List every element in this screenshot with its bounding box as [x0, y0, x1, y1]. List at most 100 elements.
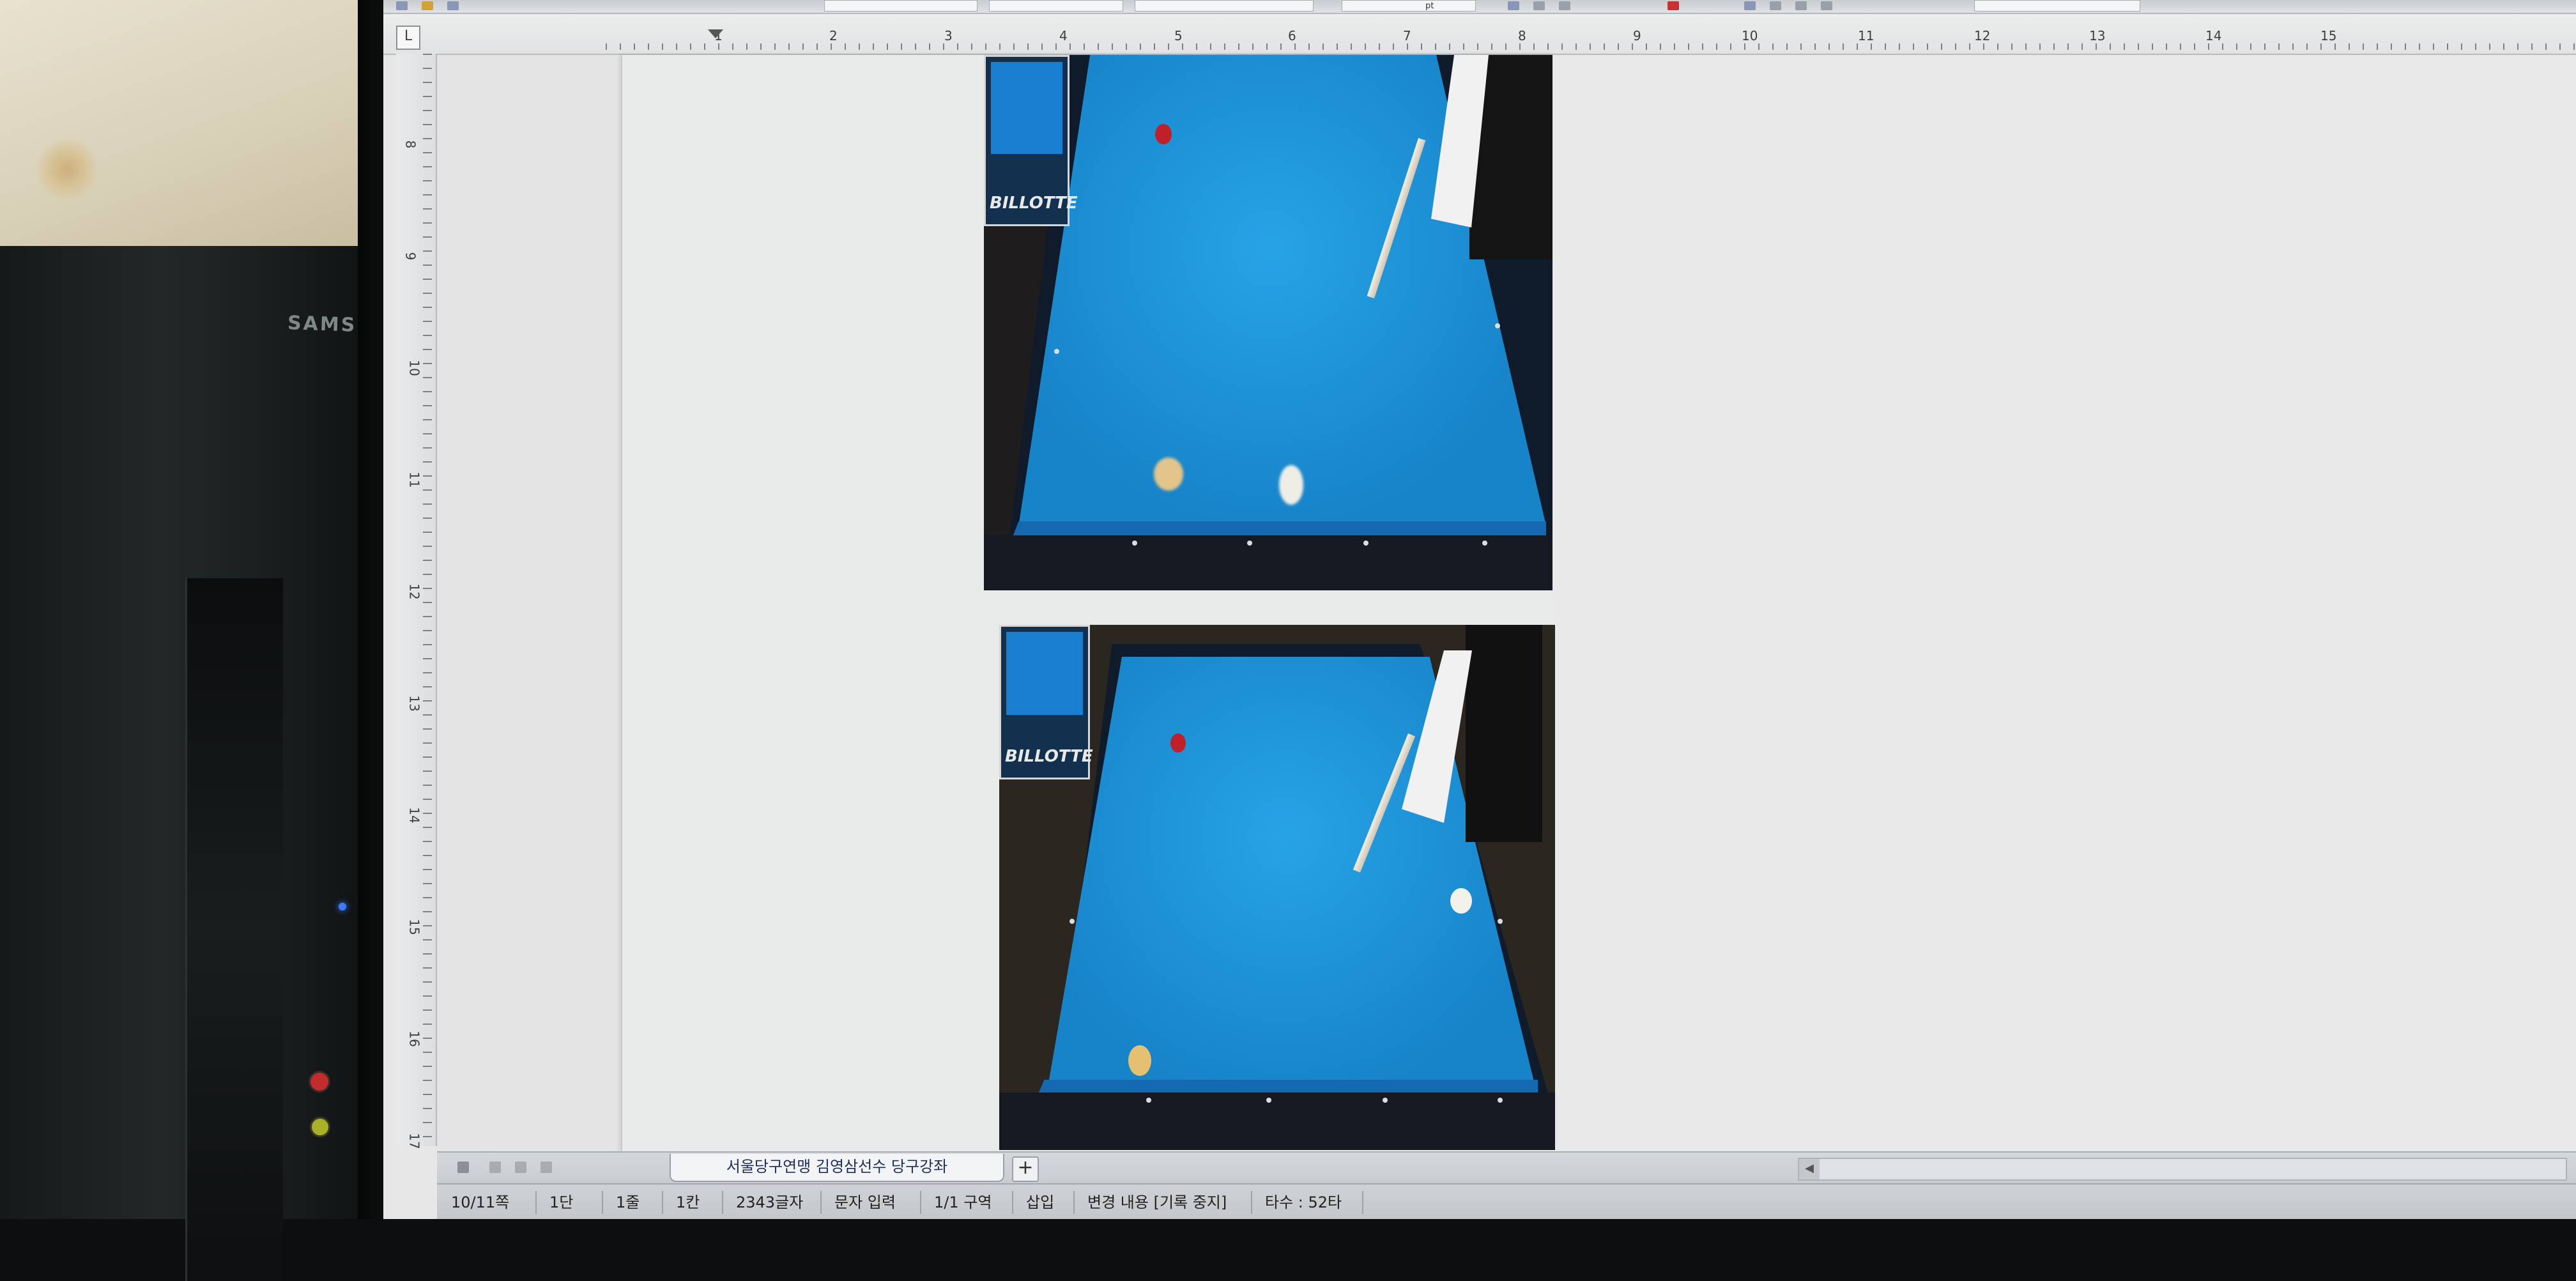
- vertical-ruler-number: 13: [406, 695, 422, 712]
- player-vest: [1466, 625, 1542, 842]
- ruler-number: 11: [1858, 28, 1874, 43]
- ruler-number: 13: [2089, 28, 2106, 43]
- save-icon[interactable]: [447, 1, 459, 10]
- bold-icon[interactable]: [1508, 1, 1519, 10]
- vertical-ruler-number: 17: [406, 1133, 422, 1149]
- rail-diamond: [1383, 1098, 1388, 1103]
- vertical-ruler-number: 11: [406, 472, 422, 488]
- vertical-ruler-number: 8: [402, 140, 418, 149]
- yellow-ball: [1154, 457, 1183, 491]
- open-folder-icon[interactable]: [422, 1, 433, 10]
- ruler-number: 3: [944, 28, 953, 43]
- ruler-number: 9: [1633, 28, 1641, 43]
- white-ball: [1450, 888, 1472, 914]
- rail-diamond: [1054, 349, 1059, 354]
- indent-marker[interactable]: [708, 29, 723, 38]
- vertical-ruler-number: 12: [406, 583, 422, 600]
- status-section: 1/1 구역: [920, 1191, 1013, 1214]
- table-bottom-rail: [999, 1093, 1564, 1150]
- table-bottom-rail: [984, 535, 1552, 590]
- table-cushion: [1013, 521, 1546, 535]
- ruler-number: 5: [1174, 28, 1183, 43]
- rail-diamond: [1266, 1098, 1271, 1103]
- align-right-icon[interactable]: [1795, 1, 1807, 10]
- tab-last-icon[interactable]: [540, 1162, 552, 1173]
- rail-diamond: [1132, 541, 1137, 546]
- ruler-number: 4: [1059, 28, 1068, 43]
- ruler-number: 7: [1403, 28, 1411, 43]
- wall-background: [0, 0, 358, 246]
- font-size-input[interactable]: pt: [1342, 0, 1476, 12]
- ruler-ticks: [606, 43, 2576, 50]
- italic-icon[interactable]: [1533, 1, 1545, 10]
- document-area[interactable]: BILLOTTE BILLOTTE: [437, 55, 2576, 1151]
- document-margin-area: [1555, 55, 2576, 1151]
- status-page[interactable]: 10/11쪽: [437, 1191, 537, 1214]
- vertical-ruler[interactable]: 8 9 10 11 12 13 14 15 16 17: [396, 54, 437, 1149]
- tab-document[interactable]: 서울당구연맹 김영삼선수 당구강좌: [670, 1154, 1004, 1182]
- table-cushion: [1039, 1080, 1538, 1093]
- font-color-icon[interactable]: [1667, 1, 1679, 10]
- status-char-count: 2343글자: [722, 1191, 822, 1214]
- font-size-unit: pt: [1425, 1, 1434, 11]
- billiard-photo-2[interactable]: BILLOTTE: [999, 625, 1564, 1150]
- red-ball: [1155, 124, 1172, 144]
- add-tab-button[interactable]: +: [1012, 1156, 1039, 1182]
- pc-tower: [0, 246, 358, 1281]
- status-input-mode[interactable]: 문자 입력: [820, 1191, 921, 1214]
- status-char-pos: 1칸: [662, 1191, 723, 1214]
- document-tab-bar: 서울당구연맹 김영삼선수 당구강좌 + ◀: [437, 1151, 2576, 1185]
- tab-next-icon[interactable]: [515, 1162, 526, 1173]
- font-name-select[interactable]: [1135, 0, 1314, 12]
- vertical-ruler-number: 14: [406, 807, 422, 824]
- rail-diamond: [1146, 1098, 1151, 1103]
- pc-brand-label: SAMS: [287, 312, 357, 337]
- ruler-number: 6: [1288, 28, 1296, 43]
- font-select[interactable]: [989, 0, 1123, 12]
- inset-replay-image: BILLOTTE: [999, 625, 1093, 779]
- inset-replay-image: BILLOTTE: [984, 55, 1078, 226]
- power-led: [339, 903, 346, 910]
- rail-diamond: [1498, 919, 1503, 924]
- rail-diamond: [1363, 541, 1368, 546]
- ruler-number: 15: [2320, 28, 2337, 43]
- audio-port-green: [310, 1117, 330, 1137]
- vertical-ruler-ticks: [423, 54, 432, 1146]
- vertical-ruler-number: 15: [406, 919, 422, 935]
- line-spacing-select[interactable]: [1974, 0, 2140, 12]
- rail-diamond: [1495, 323, 1500, 328]
- scroll-left-icon[interactable]: ◀: [1799, 1159, 1820, 1179]
- status-insert-mode[interactable]: 삽입: [1012, 1191, 1075, 1214]
- ruler-tab-selector[interactable]: L: [396, 26, 420, 50]
- align-justify-icon[interactable]: [1821, 1, 1832, 10]
- rail-diamond: [1482, 541, 1487, 546]
- align-center-icon[interactable]: [1770, 1, 1781, 10]
- horizontal-ruler[interactable]: L 1 2 3 4 5 6 7 8 9 10 11 12 13 14 15: [383, 14, 2576, 55]
- style-select[interactable]: [824, 0, 977, 12]
- ruler-number: 14: [2205, 28, 2222, 43]
- pc-tower-front-panel: [185, 578, 283, 1281]
- status-track-changes[interactable]: 변경 내용 [기록 중지]: [1073, 1191, 1252, 1214]
- red-ball: [1170, 733, 1186, 753]
- tab-prev-icon[interactable]: [489, 1162, 501, 1173]
- rail-diamond: [1247, 541, 1252, 546]
- vertical-ruler-number: 10: [406, 360, 422, 376]
- inset-sponsor-logo: BILLOTTE: [990, 194, 1078, 213]
- audio-port-red: [309, 1071, 330, 1093]
- vertical-ruler-number: 16: [406, 1031, 422, 1047]
- new-document-icon[interactable]: [396, 1, 408, 10]
- status-line: 1줄: [602, 1191, 663, 1214]
- billiard-photo-1[interactable]: BILLOTTE: [984, 55, 1552, 590]
- yellow-ball: [1128, 1045, 1151, 1076]
- ruler-scale: 1 2 3 4 5 6 7 8 9 10 11 12 13 14 15: [606, 28, 2576, 51]
- rail-diamond: [1498, 1098, 1503, 1103]
- wallpaper-pattern: [35, 137, 99, 201]
- align-left-icon[interactable]: [1744, 1, 1756, 10]
- white-ball: [1279, 465, 1303, 505]
- underline-icon[interactable]: [1559, 1, 1570, 10]
- horizontal-scrollbar[interactable]: ◀: [1798, 1158, 2567, 1181]
- tab-first-icon[interactable]: [457, 1162, 469, 1173]
- status-typing-speed: 타수 : 52타: [1251, 1191, 1363, 1214]
- document-page[interactable]: BILLOTTE BILLOTTE: [622, 55, 1564, 1151]
- monitor-screen: pt L 1 2 3 4 5 6 7 8 9 10 11 12 13 14 15…: [383, 0, 2576, 1219]
